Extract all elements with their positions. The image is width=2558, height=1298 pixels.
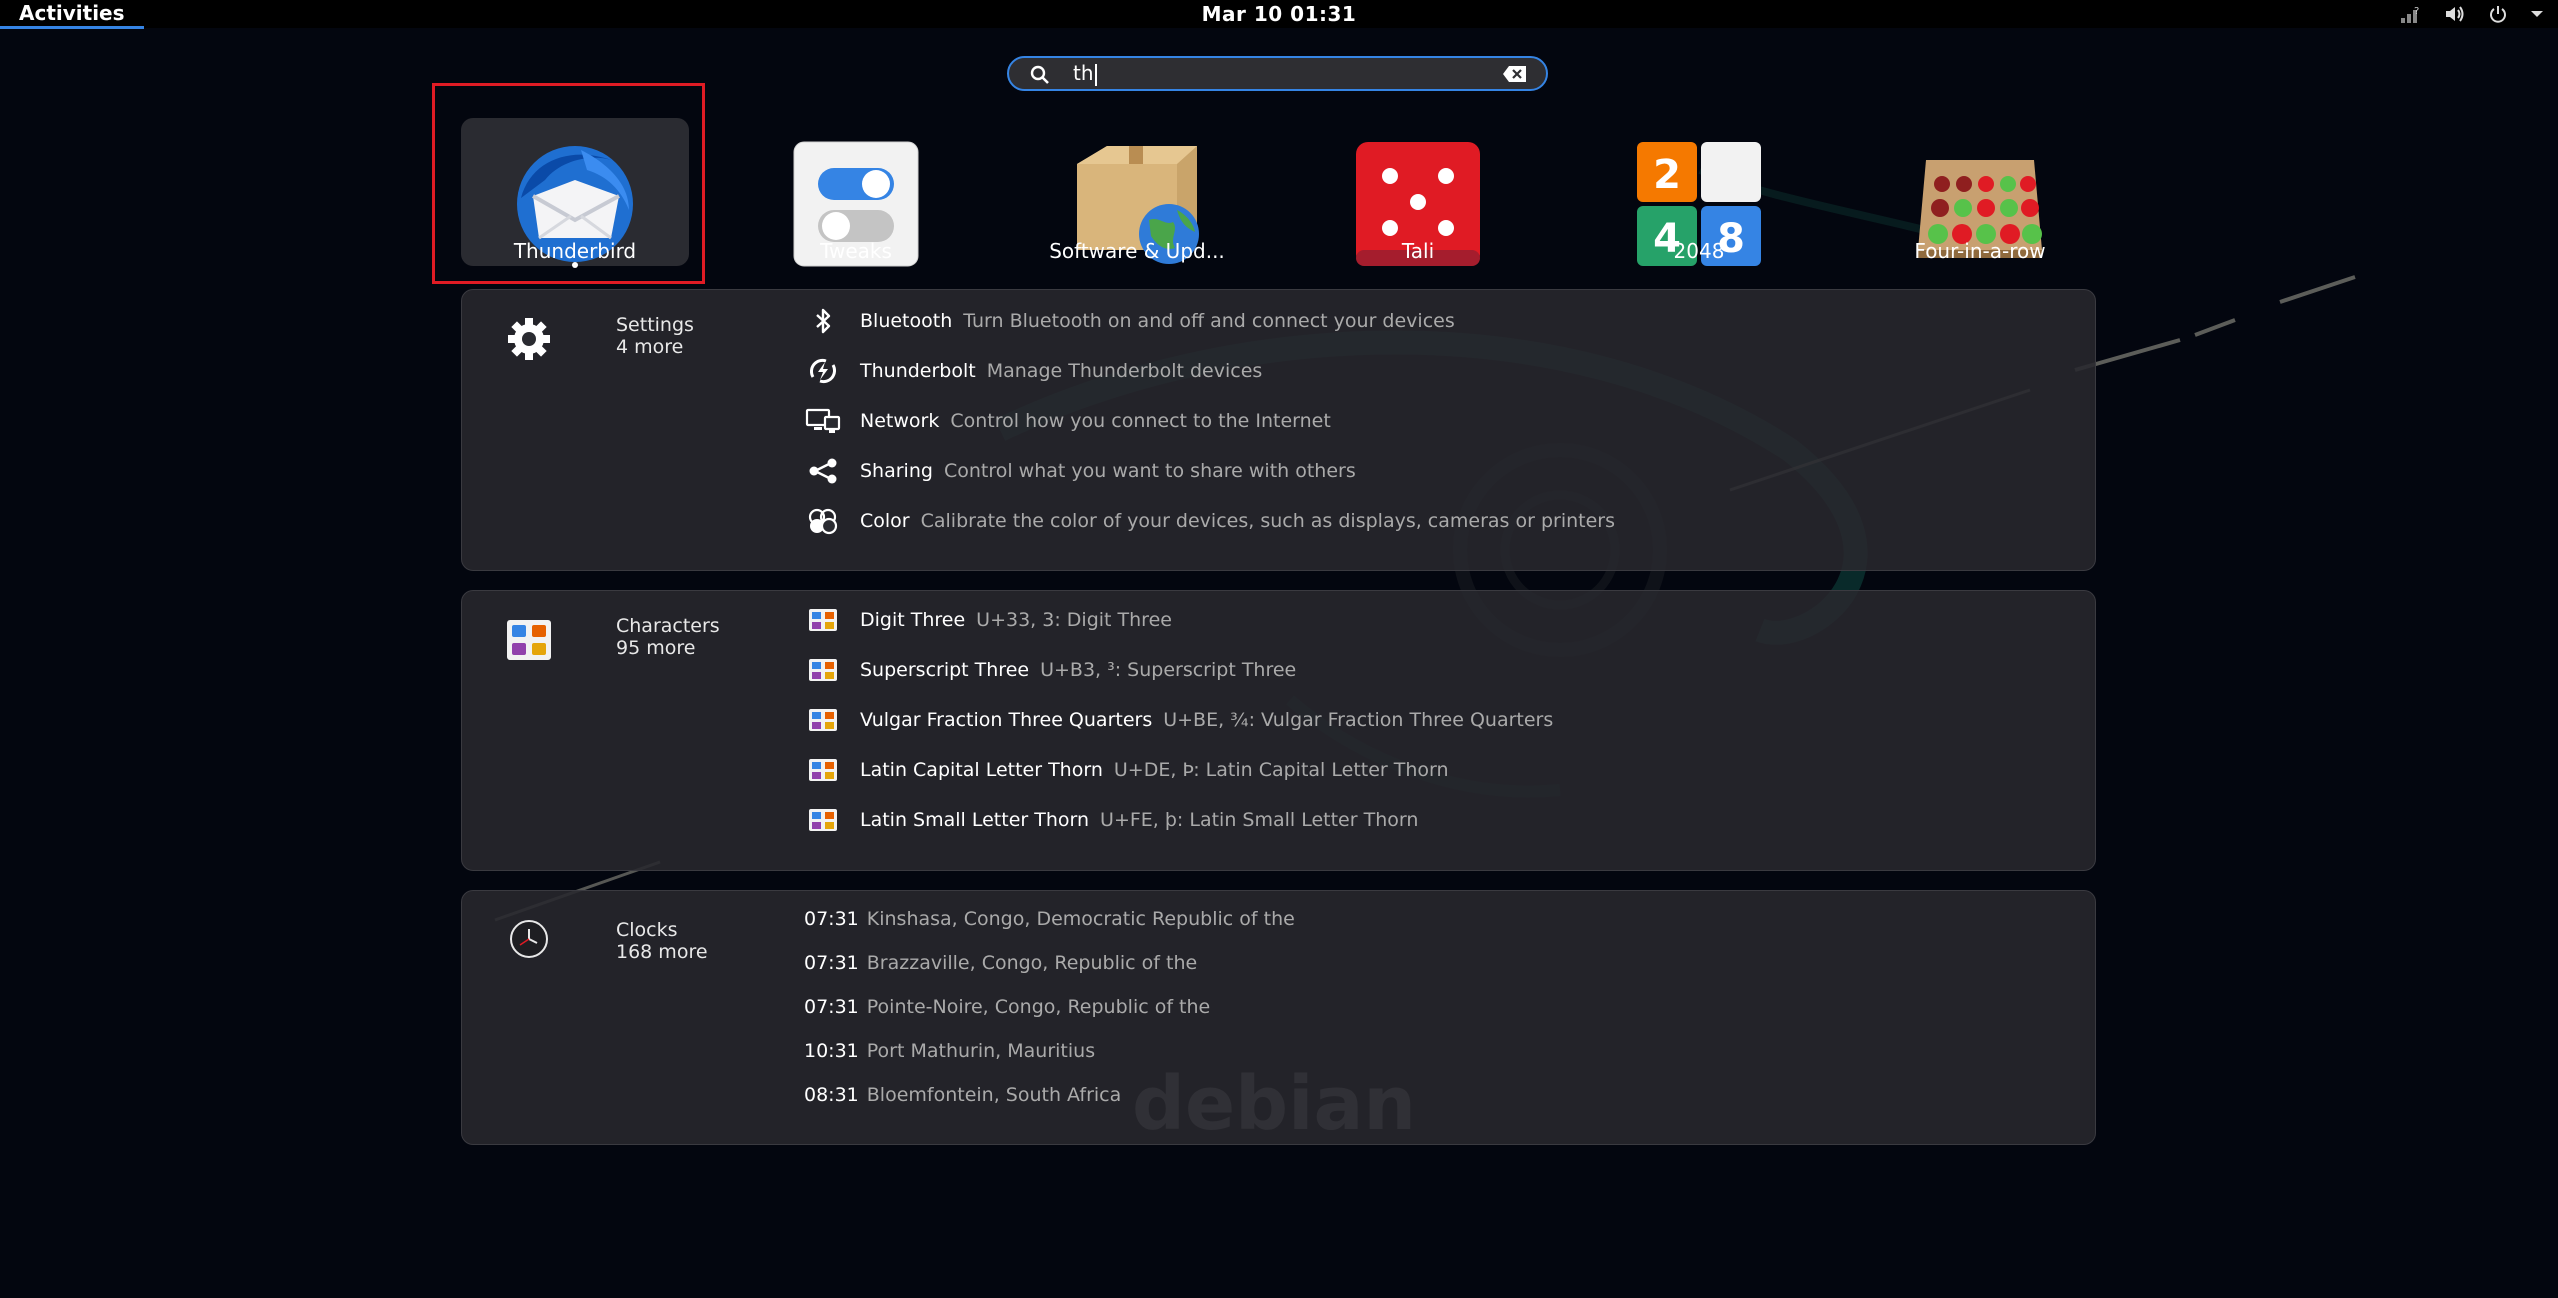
result-description: U+FE, þ: Latin Small Letter Thorn <box>1100 809 1419 831</box>
result-world-clock[interactable]: 10:31 Port Mathurin, Mauritius <box>804 1036 1095 1066</box>
result-thunderbolt[interactable]: Thunderbolt Manage Thunderbolt devices <box>804 355 1262 387</box>
characters-app-icon <box>804 604 842 636</box>
result-description: Turn Bluetooth on and off and connect yo… <box>963 310 1455 332</box>
result-world-clock[interactable]: 07:31 Kinshasa, Congo, Democratic Republi… <box>804 904 1295 934</box>
clock-time: 07:31 <box>804 908 859 930</box>
color-icon <box>804 505 842 537</box>
characters-app-icon <box>504 615 554 665</box>
clear-search-icon[interactable] <box>1502 65 1528 87</box>
result-description: U+BE, ¾: Vulgar Fraction Three Quarters <box>1163 709 1554 731</box>
result-title: Superscript Three <box>860 659 1030 681</box>
result-bluetooth[interactable]: Bluetooth Turn Bluetooth on and off and … <box>804 305 1455 337</box>
result-network[interactable]: Network Control how you connect to the I… <box>804 405 1331 437</box>
result-world-clock[interactable]: 08:31 Bloemfontein, South Africa <box>804 1080 1121 1110</box>
app-label: Software & Upd... <box>1049 239 1225 263</box>
search-icon <box>1029 64 1051 90</box>
result-world-clock[interactable]: 07:31 Brazzaville, Congo, Republic of the <box>804 948 1197 978</box>
result-color[interactable]: Color Calibrate the color of your device… <box>804 505 1615 537</box>
app-tali[interactable]: Tali <box>1304 118 1532 266</box>
selection-highlight <box>432 83 705 284</box>
clock-time: 08:31 <box>804 1084 859 1106</box>
result-title: Digit Three <box>860 609 966 631</box>
provider-name: Settings <box>616 314 694 336</box>
provider-more-count: 168 more <box>616 941 708 963</box>
result-description: Calibrate the color of your devices, suc… <box>920 510 1616 532</box>
characters-app-icon <box>804 804 842 836</box>
result-character[interactable]: Superscript Three U+B3, ³: Superscript T… <box>804 654 1296 686</box>
result-sharing[interactable]: Sharing Control what you want to share w… <box>804 455 1356 487</box>
clock-time: 10:31 <box>804 1040 859 1062</box>
gear-icon <box>504 314 554 364</box>
result-description: Control what you want to share with othe… <box>943 460 1356 482</box>
result-character[interactable]: Vulgar Fraction Three Quarters U+BE, ¾: … <box>804 704 1553 736</box>
provider-more-count: 95 more <box>616 637 696 659</box>
clock-location: Pointe-Noire, Congo, Republic of the <box>866 996 1211 1018</box>
provider-name: Clocks <box>616 919 678 941</box>
app-tweaks[interactable]: Tweaks <box>742 118 970 267</box>
share-icon <box>804 455 842 487</box>
result-world-clock[interactable]: 07:31 Pointe-Noire, Congo, Republic of th… <box>804 992 1210 1022</box>
result-title: Vulgar Fraction Three Quarters <box>860 709 1153 731</box>
power-icon <box>2488 4 2508 24</box>
provider-more-count: 4 more <box>616 336 684 358</box>
app-label: Tali <box>1401 239 1435 263</box>
top-bar: Activities Mar 10 01:31 ? <box>0 0 2558 29</box>
app-label: Tweaks <box>820 239 892 263</box>
characters-app-icon <box>804 704 842 736</box>
search-input[interactable]: th <box>1007 56 1548 91</box>
search-query: th <box>1073 58 1097 89</box>
characters-results: Characters 95 more Digit Three U+33, 3: … <box>461 590 2096 871</box>
app-2048[interactable]: 2 4 8 2048 <box>1585 118 1813 266</box>
result-description: Control how you connect to the Internet <box>950 410 1331 432</box>
clock-button[interactable]: Mar 10 01:31 <box>1179 0 1379 28</box>
result-title: Thunderbolt <box>860 360 976 382</box>
result-title: Latin Small Letter Thorn <box>860 809 1090 831</box>
characters-app-icon <box>804 754 842 786</box>
characters-app-icon <box>804 654 842 686</box>
provider-name: Characters <box>616 615 720 637</box>
clock-icon <box>504 919 554 969</box>
settings-results: Settings 4 more Bluetooth Turn Bluetooth… <box>461 289 2096 571</box>
result-character[interactable]: Latin Small Letter Thorn U+FE, þ: Latin … <box>804 804 1418 836</box>
bluetooth-icon <box>804 305 842 337</box>
result-description: Manage Thunderbolt devices <box>986 360 1263 382</box>
clock-location: Kinshasa, Congo, Democratic Republic of … <box>866 908 1295 930</box>
chevron-down-icon <box>2530 9 2544 19</box>
debian-wallpaper-logo: debian <box>1132 1061 1417 1147</box>
result-title: Network <box>860 410 940 432</box>
clock-location: Bloemfontein, South Africa <box>866 1084 1122 1106</box>
app-software-update[interactable]: Software & Upd... <box>1023 118 1251 266</box>
clock-time: 07:31 <box>804 996 859 1018</box>
volume-icon <box>2444 4 2466 24</box>
clock-time: 07:31 <box>804 952 859 974</box>
activities-button[interactable]: Activities <box>0 0 144 29</box>
result-description: U+DE, Þ: Latin Capital Letter Thorn <box>1113 759 1449 781</box>
app-label: Four-in-a-row <box>1914 239 2046 263</box>
result-description: U+B3, ³: Superscript Three <box>1040 659 1297 681</box>
result-title: Bluetooth <box>860 310 953 332</box>
result-character[interactable]: Latin Capital Letter Thorn U+DE, Þ: Lati… <box>804 754 1449 786</box>
network-offline-icon: ? <box>2400 4 2422 24</box>
app-four-in-a-row[interactable]: Four-in-a-row <box>1866 118 2094 266</box>
result-description: U+33, 3: Digit Three <box>976 609 1172 631</box>
result-title: Latin Capital Letter Thorn <box>860 759 1103 781</box>
svg-text:?: ? <box>2414 6 2419 17</box>
app-label: 2048 <box>1673 239 1725 263</box>
result-character[interactable]: Digit Three U+33, 3: Digit Three <box>804 604 1172 636</box>
clock-location: Brazzaville, Congo, Republic of the <box>866 952 1198 974</box>
result-title: Color <box>860 510 910 532</box>
network-icon <box>804 405 842 437</box>
svg-text:2: 2 <box>1653 152 1681 198</box>
system-tray[interactable]: ? <box>2400 0 2544 28</box>
result-title: Sharing <box>860 460 933 482</box>
clock-location: Port Mathurin, Mauritius <box>866 1040 1096 1062</box>
thunderbolt-icon <box>804 355 842 387</box>
clocks-results: Clocks 168 more 07:31 Kinshasa, Congo, De… <box>461 890 2096 1147</box>
